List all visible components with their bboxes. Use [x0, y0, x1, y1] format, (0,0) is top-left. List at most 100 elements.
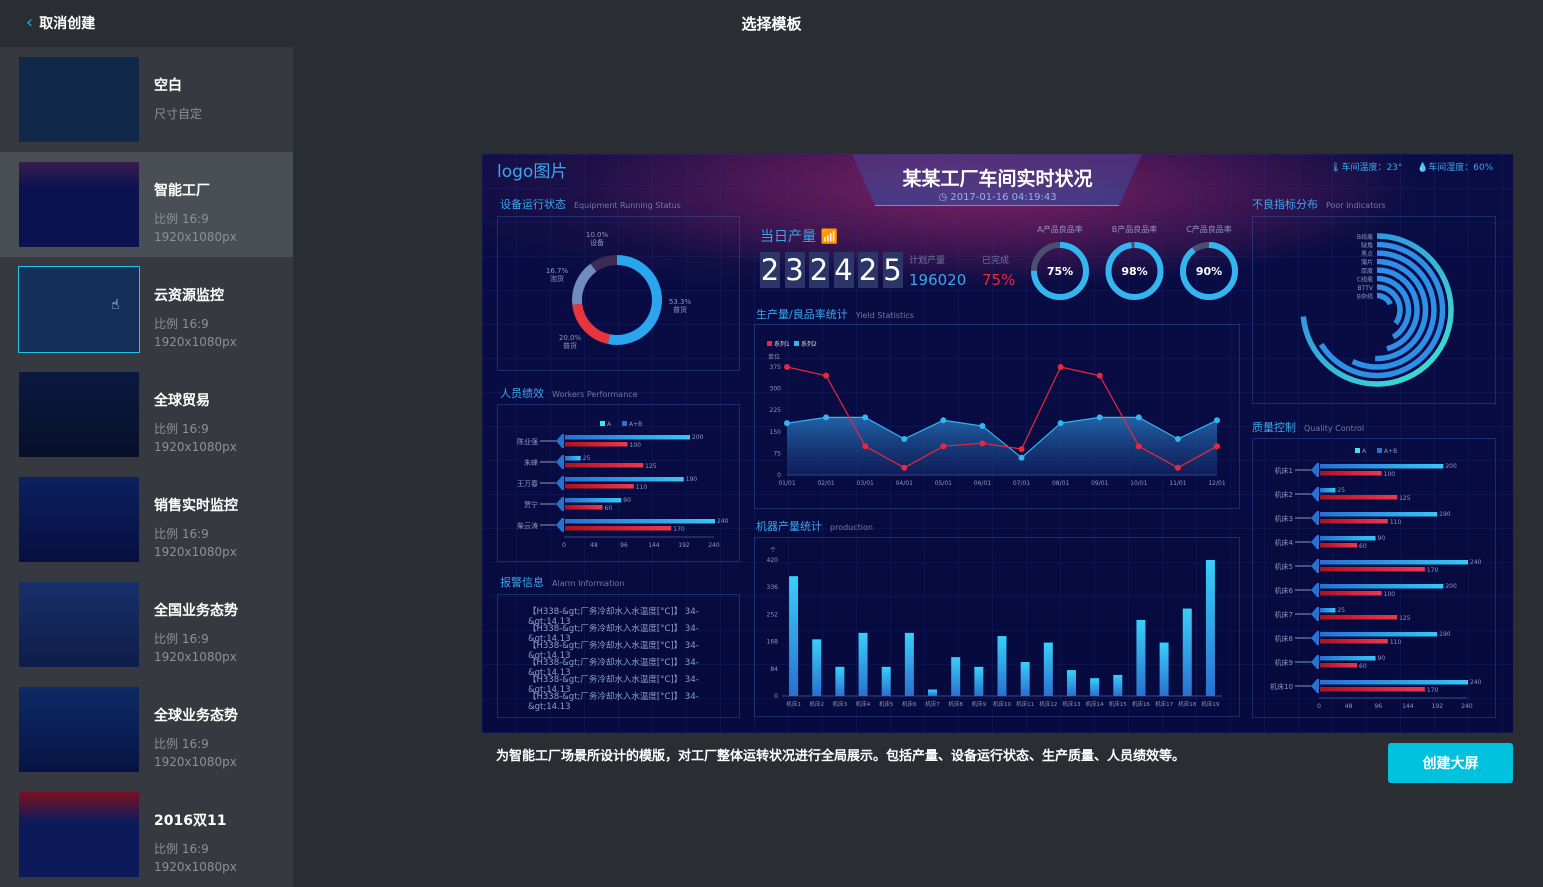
category-marker: [556, 455, 564, 469]
counter-digit: 4: [833, 252, 854, 288]
tick-label: 10/01: [1130, 480, 1147, 487]
top-bar: ‹ 取消创建 选择模板: [0, 0, 1543, 46]
bar: [812, 639, 822, 696]
category-label: 机床2: [1275, 490, 1293, 499]
tick-label: 机床12: [1039, 700, 1057, 708]
slice-label: 53.3%: [669, 298, 692, 306]
data-point: [1018, 446, 1025, 453]
bar: [1136, 619, 1146, 696]
bar: [1020, 662, 1030, 696]
donut-slice: [572, 263, 597, 305]
tick-label: 机床18: [1178, 700, 1196, 708]
template-thumbnail[interactable]: [19, 372, 139, 457]
page-title: 选择模板: [741, 15, 802, 33]
bar-a: [1320, 632, 1438, 637]
template-item[interactable]: 全国业务态势 比例 16:9 1920x1080px: [0, 572, 293, 677]
tick-label: 机床15: [1109, 700, 1127, 708]
bar-value: 190: [1439, 511, 1451, 518]
gauge-label: C产品良品率: [1186, 224, 1232, 234]
category-marker: [1311, 511, 1319, 525]
bar-a: [1320, 536, 1376, 541]
tick-label: 机床17: [1155, 700, 1173, 708]
template-name: 空白: [154, 78, 182, 94]
tick-label: 225: [770, 407, 782, 414]
bar-b: [1320, 687, 1425, 692]
slice-name: 设备: [590, 238, 604, 247]
template-thumbnail[interactable]: ☝: [18, 266, 140, 353]
template-name: 全球贸易: [154, 393, 210, 409]
tick-label: 0: [562, 542, 566, 549]
bar-b: [1320, 471, 1382, 476]
bar-a: [1320, 464, 1444, 469]
bar-value: 25: [1337, 487, 1345, 494]
template-item[interactable]: 全球贸易 比例 16:9 1920x1080px: [0, 362, 293, 467]
y-axis-label: 个: [770, 547, 776, 554]
tick-label: 11/01: [1169, 480, 1186, 487]
gauge-label: A产品良品率: [1037, 224, 1082, 234]
bar-value: 170: [1427, 687, 1439, 694]
bar: [974, 666, 984, 696]
tick-label: 375: [770, 364, 782, 371]
data-point: [940, 443, 947, 450]
template-thumbnail[interactable]: [19, 582, 139, 667]
template-item[interactable]: 2016双11 比例 16:9 1920x1080px: [0, 782, 293, 887]
tick-label: 0: [777, 472, 781, 479]
template-preview: logo图片 某某工厂车间实时状况 ◷ 2017-01-16 04:19:43 …: [482, 154, 1513, 733]
tick-label: 300: [770, 386, 782, 393]
tick-label: 机床14: [1086, 700, 1104, 708]
category-marker: [556, 497, 564, 511]
bar-a: [565, 519, 715, 524]
template-item[interactable]: 智能工厂 比例 16:9 1920x1080px: [0, 152, 293, 257]
tick-label: 机床3: [833, 700, 848, 708]
slice-name: 普货: [673, 305, 687, 314]
bar-value: 125: [1399, 495, 1411, 502]
data-point: [979, 423, 986, 430]
data-point: [1057, 420, 1064, 427]
template-thumbnail[interactable]: [19, 57, 139, 142]
tick-label: 144: [648, 542, 660, 549]
template-item[interactable]: 全球业务态势 比例 16:9 1920x1080px: [0, 677, 293, 782]
bar-value: 100: [1384, 591, 1396, 598]
tick-label: 02/01: [817, 480, 834, 487]
template-thumbnail[interactable]: [19, 162, 139, 247]
bar-b: [1320, 663, 1357, 668]
data-point: [940, 417, 947, 424]
bar-b: [565, 442, 628, 447]
legend-swatch: [622, 421, 627, 426]
category-marker: [1311, 655, 1319, 669]
y-axis-label: 单位: [768, 353, 780, 361]
bar-value: 125: [1399, 615, 1411, 622]
template-item[interactable]: 销售实时监控 比例 16:9 1920x1080px: [0, 467, 293, 572]
donut-slice: [572, 303, 611, 345]
template-item[interactable]: ☝ 云资源监控 比例 16:9 1920x1080px: [0, 257, 293, 362]
bar-b: [565, 484, 634, 489]
template-info: 比例 16:9 1920x1080px: [154, 842, 237, 874]
create-screen-button[interactable]: 创建大屏: [1388, 743, 1513, 783]
category-label: 缺角: [1361, 242, 1373, 250]
category-label: 机床4: [1275, 538, 1294, 547]
template-thumbnail[interactable]: [19, 477, 139, 562]
tick-label: 240: [1461, 703, 1473, 710]
tick-label: 48: [590, 542, 598, 549]
tick-label: 机床10: [993, 700, 1011, 708]
legend-swatch: [767, 341, 772, 346]
gauge-value: 98%: [1121, 265, 1147, 278]
template-item[interactable]: 空白 尺寸自定: [0, 47, 293, 152]
bar-a: [1320, 560, 1468, 565]
bar: [881, 666, 891, 696]
template-name: 全国业务态势: [154, 603, 238, 619]
bar: [835, 666, 845, 696]
category-marker: [1311, 535, 1319, 549]
bar-a: [1320, 512, 1438, 517]
template-thumbnail[interactable]: [19, 687, 139, 772]
data-point: [1135, 414, 1142, 421]
legend-label: A+B: [1384, 448, 1397, 455]
template-thumbnail[interactable]: [19, 792, 139, 877]
tick-label: 168: [767, 639, 779, 646]
template-list[interactable]: 空白 尺寸自定 智能工厂 比例 16:9 1920x1080px ☝ 云资源监控 比…: [0, 47, 293, 887]
tick-label: 09/01: [1091, 480, 1108, 487]
bar-b: [1320, 615, 1398, 620]
legend-swatch: [600, 421, 605, 426]
slice-label: 10.0%: [586, 231, 609, 239]
tick-label: 84: [770, 666, 778, 673]
